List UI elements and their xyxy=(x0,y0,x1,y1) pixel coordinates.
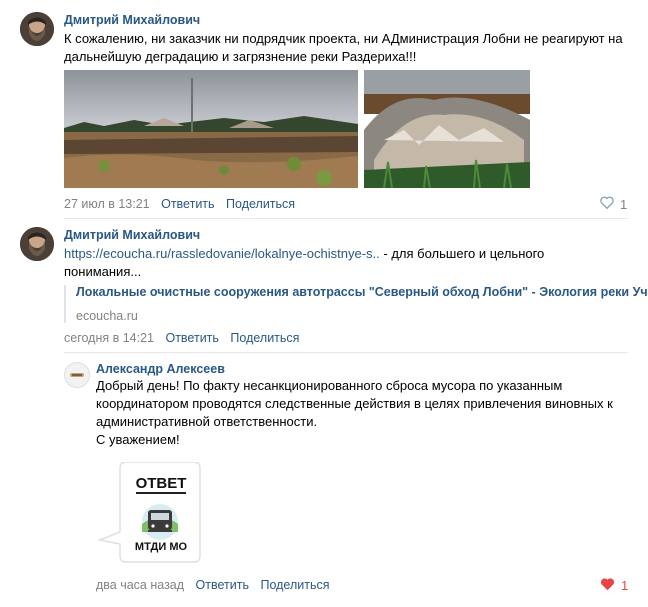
comment-time[interactable]: 27 июл в 13:21 xyxy=(64,197,150,211)
snippet-domain: ecoucha.ru xyxy=(76,309,138,323)
sticker[interactable]: ОТВЕТ МТДИ МО xyxy=(98,462,202,564)
comment-meta: сегодня в 14:21 Ответить Поделиться xyxy=(64,331,299,345)
comment-author[interactable]: Дмитрий Михайлович xyxy=(64,228,200,242)
comment-text: Добрый день! По факту несанкционированно… xyxy=(96,378,613,429)
avatar[interactable] xyxy=(64,362,90,388)
sticker-title: ОТВЕТ xyxy=(135,475,187,492)
comment-text: С уважением! xyxy=(96,432,180,447)
comment-meta: два часа назад Ответить Поделиться xyxy=(96,578,330,592)
link-snippet[interactable]: Локальные очистные сооружения автотрассы… xyxy=(64,285,648,323)
attached-photo[interactable] xyxy=(64,70,358,188)
divider xyxy=(64,218,628,219)
reply-button[interactable]: Ответить xyxy=(161,197,214,211)
share-button[interactable]: Поделиться xyxy=(230,331,299,345)
reply-button[interactable]: Ответить xyxy=(165,331,218,345)
sticker-caption: МТДИ МО xyxy=(134,541,188,553)
comment-author[interactable]: Дмитрий Михайлович xyxy=(64,13,200,27)
comment-time[interactable]: два часа назад xyxy=(96,578,184,592)
comment-time[interactable]: сегодня в 14:21 xyxy=(64,331,154,345)
snippet-title[interactable]: Локальные очистные сооружения автотрассы… xyxy=(76,285,648,299)
avatar[interactable] xyxy=(20,227,54,261)
divider xyxy=(64,352,628,353)
heart-filled-icon xyxy=(600,577,615,594)
like-count: 1 xyxy=(620,196,628,212)
reply-button[interactable]: Ответить xyxy=(196,578,249,592)
comment-author[interactable]: Александр Алексеев xyxy=(96,362,225,376)
like-button[interactable]: 1 xyxy=(600,577,628,594)
like-count: 1 xyxy=(621,578,629,593)
share-button[interactable]: Поделиться xyxy=(260,578,329,592)
attached-photo[interactable] xyxy=(364,70,530,188)
comment-link[interactable]: https://ecoucha.ru/rassledovanie/lokalny… xyxy=(64,246,380,261)
comment-meta: 27 июл в 13:21 Ответить Поделиться xyxy=(64,197,295,211)
heart-outline-icon xyxy=(600,196,614,212)
comment-text: К сожалению, ни заказчик ни подрядчик пр… xyxy=(64,31,623,64)
avatar[interactable] xyxy=(20,12,54,46)
comment-text: https://ecoucha.ru/rassledovanie/lokalny… xyxy=(64,245,584,281)
like-button[interactable]: 1 xyxy=(600,196,627,212)
share-button[interactable]: Поделиться xyxy=(226,197,295,211)
